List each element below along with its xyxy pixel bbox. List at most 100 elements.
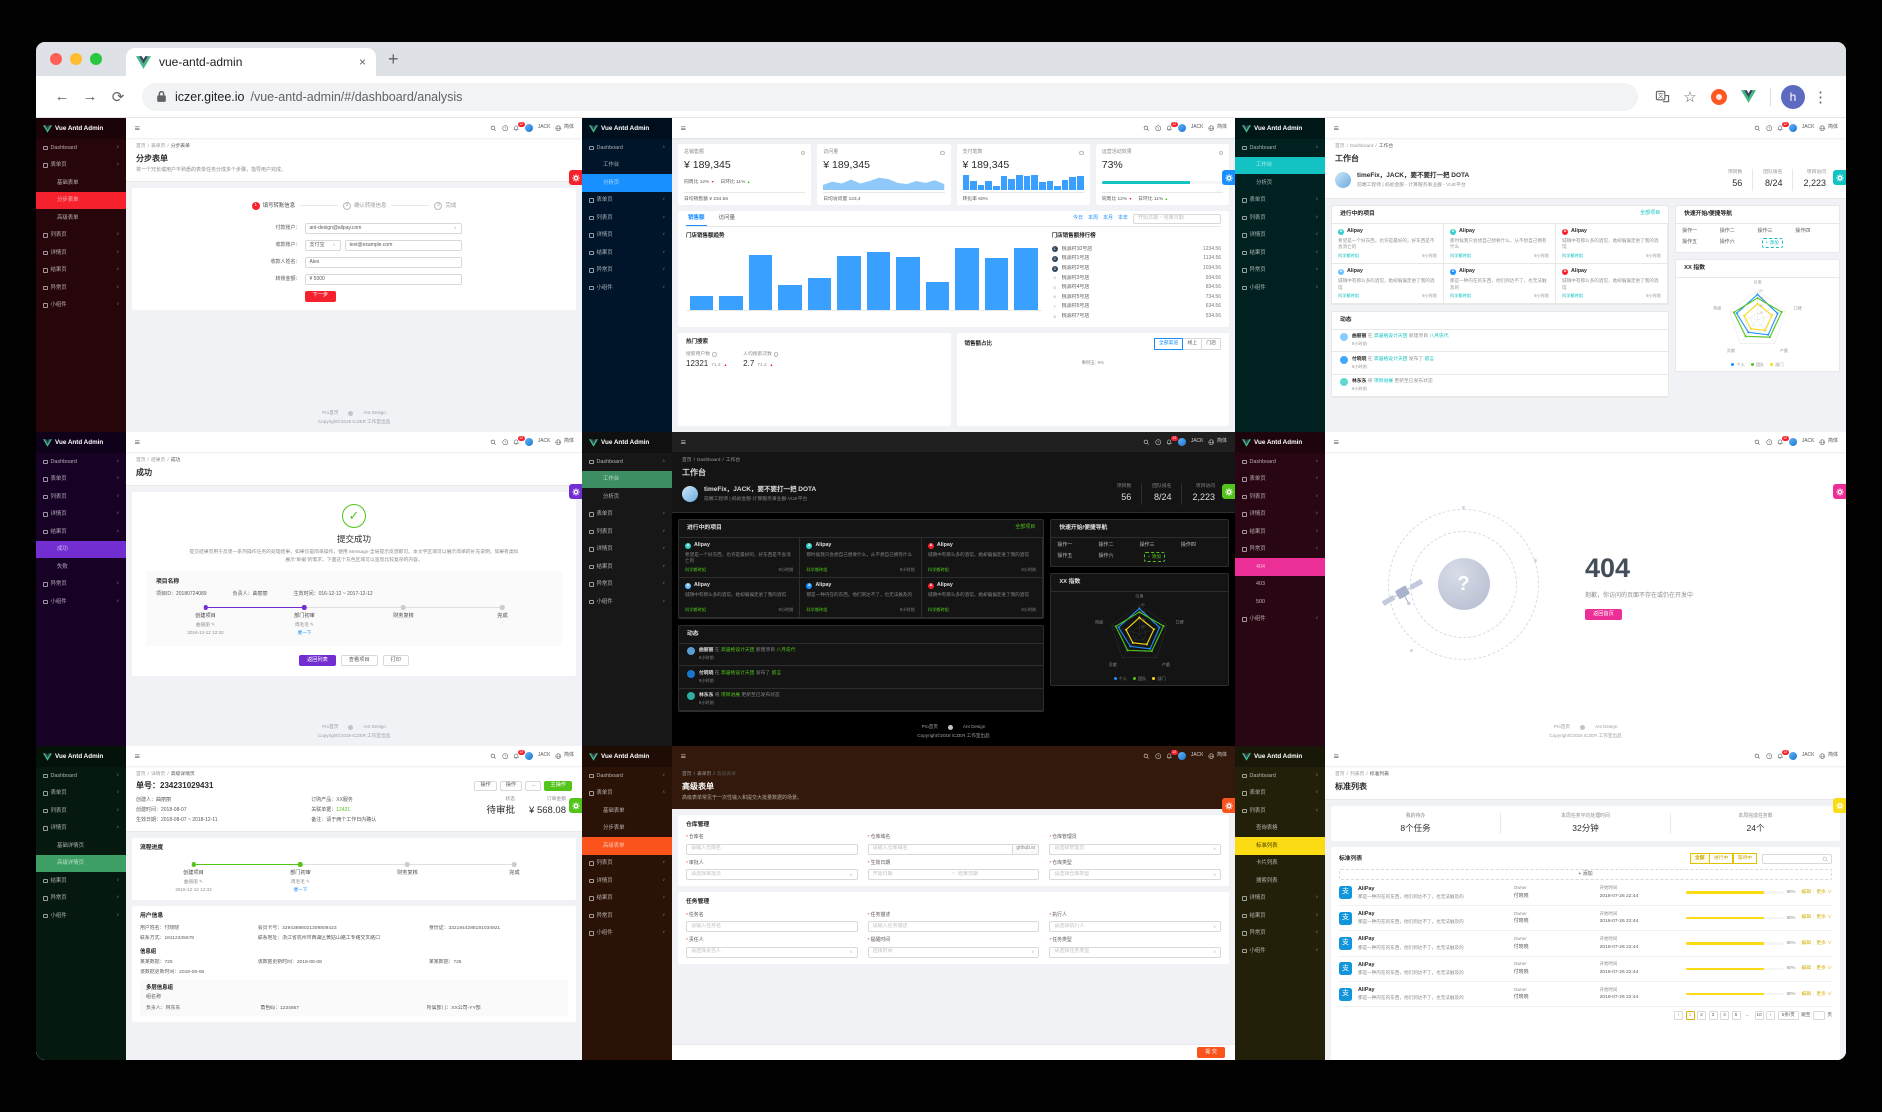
sidebar-item[interactable]: 列表页 ∨	[582, 855, 672, 873]
breadcrumb-item[interactable]: 首页	[136, 143, 146, 150]
theme-settings-button[interactable]	[1833, 484, 1846, 499]
address-bar[interactable]: iczer.gitee.io/vue-antd-admin/#/dashboar…	[142, 82, 1638, 111]
sidebar-item[interactable]: 搜索列表	[1235, 872, 1325, 890]
返回列表-button[interactable]: 返回列表	[299, 655, 336, 667]
prev-page-button[interactable]: ‹	[1674, 1011, 1684, 1021]
edit-link[interactable]: 编辑	[1801, 914, 1811, 921]
sidebar-item[interactable]: 工作台	[582, 157, 672, 175]
sidebar-item[interactable]: 详情页 ∨	[582, 872, 672, 890]
sidebar-item[interactable]: 详情页 ∨	[36, 506, 126, 524]
notification-bell[interactable]: 12	[1166, 749, 1178, 760]
tab-访问量[interactable]: 访问量	[717, 211, 738, 226]
all-projects-link[interactable]: 全部项目	[1640, 210, 1660, 218]
sidebar-item[interactable]: 列表页 ∧	[1235, 802, 1325, 820]
sidebar-item[interactable]: 异常页 ∨	[582, 576, 672, 594]
仓库管理员-input[interactable]: 请选择管理员 ∨	[1049, 843, 1221, 855]
footer-link[interactable]: Pro首页	[922, 724, 938, 731]
project-card[interactable]: A Alipay 那时候我只会想自己想要什么，从不想自己拥有什么 科学搬砖组 9小时前	[1444, 223, 1557, 264]
任务名-input[interactable]: 请输入任务名	[686, 921, 858, 933]
edit-link[interactable]: 编辑	[1801, 991, 1811, 998]
footer-link[interactable]: Ant Design	[363, 410, 385, 417]
sidebar-item[interactable]: 小组件 ∨	[36, 907, 126, 925]
back-button[interactable]: ←	[50, 88, 74, 105]
sidebar-item[interactable]: 列表页 ∨	[36, 227, 126, 245]
quick-link[interactable]: 操作四	[1795, 228, 1833, 236]
edit-link[interactable]: 编辑	[1801, 889, 1811, 896]
language-switcher[interactable]: 简体	[1208, 438, 1227, 446]
add-button[interactable]: + 添加	[1339, 869, 1832, 881]
project-card[interactable]: A Alipay 那是一种内在的东西，他们到达不了，也无法触及的 科学搬砖组 9小时前	[800, 577, 922, 619]
language-switcher[interactable]: 简体	[1819, 124, 1838, 132]
breadcrumb-item[interactable]: 首页	[136, 457, 146, 464]
action-button[interactable]: 操作	[499, 781, 523, 792]
project-card[interactable]: A Alipay 那是一种内在的东西，他们到达不了，也无法触及的 科学搬砖组 9小时前	[1444, 263, 1557, 305]
sidebar-item[interactable]: 结果页 ∨	[36, 872, 126, 890]
action-button[interactable]: ...	[525, 781, 542, 792]
notification-bell[interactable]: 12	[1777, 435, 1789, 446]
sidebar-item[interactable]: 小组件 ∨	[1235, 279, 1325, 297]
theme-settings-button[interactable]	[1222, 170, 1235, 185]
sidebar-item[interactable]: 基础表单	[36, 174, 126, 192]
next-step-button[interactable]: 下一步	[304, 290, 337, 302]
breadcrumb-item[interactable]: 首页	[1335, 143, 1345, 150]
feed-link[interactable]: 八月迭代	[776, 648, 795, 653]
theme-settings-button[interactable]	[569, 484, 582, 499]
theme-settings-button[interactable]	[1222, 798, 1235, 813]
all-projects-link[interactable]: 全部项目	[1015, 524, 1035, 532]
project-card[interactable]: A Alipay 城镇中有那么多的酒馆，她却偏偏走进了我的酒馆 科学搬砖组 9小时前	[679, 577, 801, 619]
date-range-picker[interactable]: 开始日期 ~ 结束日期	[1133, 213, 1221, 224]
sidebar-item[interactable]: 成功	[36, 540, 126, 558]
reload-button[interactable]: ⟳	[106, 88, 130, 106]
打印-button[interactable]: 打印	[382, 655, 409, 667]
sidebar-item[interactable]: 列表页 ∨	[582, 209, 672, 227]
审批人-input[interactable]: 请选择审批员 ∨	[686, 869, 858, 881]
sidebar-item[interactable]: 工作台	[582, 470, 672, 488]
任务描述-input[interactable]: 请输入任务描述	[867, 921, 1040, 933]
sidebar-item[interactable]: 小组件 ∨	[36, 593, 126, 611]
language-switcher[interactable]: 简体	[555, 438, 574, 446]
edit-link[interactable]: 编辑	[1801, 940, 1811, 947]
sidebar-item[interactable]: Dashboard ∨	[36, 767, 126, 785]
sidebar-item[interactable]: 列表页 ∨	[36, 488, 126, 506]
action-button[interactable]: 操作	[474, 781, 497, 792]
account-type-select[interactable]: 支付宝 ∨	[304, 239, 341, 251]
sidebar-item[interactable]: 异常页 ∧	[1235, 541, 1325, 559]
range-link[interactable]: 本月	[1103, 215, 1113, 223]
more-link[interactable]: 更多 ∨	[1816, 889, 1832, 896]
sidebar-item[interactable]: 详情页 ∨	[582, 227, 672, 245]
sidebar-item[interactable]: 404	[1235, 558, 1325, 576]
sidebar-item[interactable]: 结果页 ∨	[582, 558, 672, 576]
translate-icon[interactable]: 文	[1650, 89, 1674, 104]
language-switcher[interactable]: 简体	[1819, 752, 1838, 760]
sidebar-item[interactable]: 小组件 ∨	[1235, 611, 1325, 629]
付款账户-select[interactable]: ant-design@alipay.com ∨	[304, 222, 462, 234]
sidebar-item[interactable]: 异常页 ∨	[36, 279, 126, 297]
theme-settings-button[interactable]	[1833, 798, 1846, 813]
sidebar-item[interactable]: 异常页 ∨	[36, 576, 126, 594]
breadcrumb-item[interactable]: 首页	[136, 771, 146, 778]
edit-link[interactable]: 编辑	[1801, 965, 1811, 972]
sidebar-item[interactable]: 结果页 ∨	[1235, 907, 1325, 925]
sidebar-item[interactable]: Dashboard ∨	[1235, 453, 1325, 471]
footer-link[interactable]: Pro首页	[322, 724, 338, 731]
sidebar-item[interactable]: 工作台	[1235, 156, 1325, 174]
page-size-select[interactable]: 5条/页	[1777, 1011, 1799, 1021]
breadcrumb-item[interactable]: 首页	[682, 771, 692, 778]
forward-button[interactable]: →	[78, 88, 102, 105]
sidebar-item[interactable]: 分步表单	[36, 191, 126, 209]
quick-link[interactable]: 操作五	[1057, 553, 1098, 561]
extension-icon[interactable]	[1711, 88, 1727, 105]
sidebar-item[interactable]: 小组件 ∨	[582, 925, 672, 943]
sidebar-item[interactable]: 标准列表	[1235, 837, 1325, 855]
sidebar-item[interactable]: Dashboard ∧	[582, 453, 672, 471]
channel-button[interactable]: 门店	[1201, 338, 1221, 350]
channel-button[interactable]: 线上	[1182, 338, 1203, 350]
sidebar-item[interactable]: 详情页 ∨	[1235, 227, 1325, 245]
minimize-window-button[interactable]	[70, 53, 82, 65]
sidebar-item[interactable]: 表单页 ∧	[582, 785, 672, 803]
sidebar-item[interactable]: 结果页 ∨	[582, 244, 672, 262]
sidebar-item[interactable]: 详情页 ∨	[1235, 890, 1325, 908]
language-switcher[interactable]: 简体	[555, 752, 574, 760]
feed-link[interactable]: 项目进展	[721, 693, 740, 698]
filter-进行中[interactable]: 进行中	[1708, 853, 1734, 865]
